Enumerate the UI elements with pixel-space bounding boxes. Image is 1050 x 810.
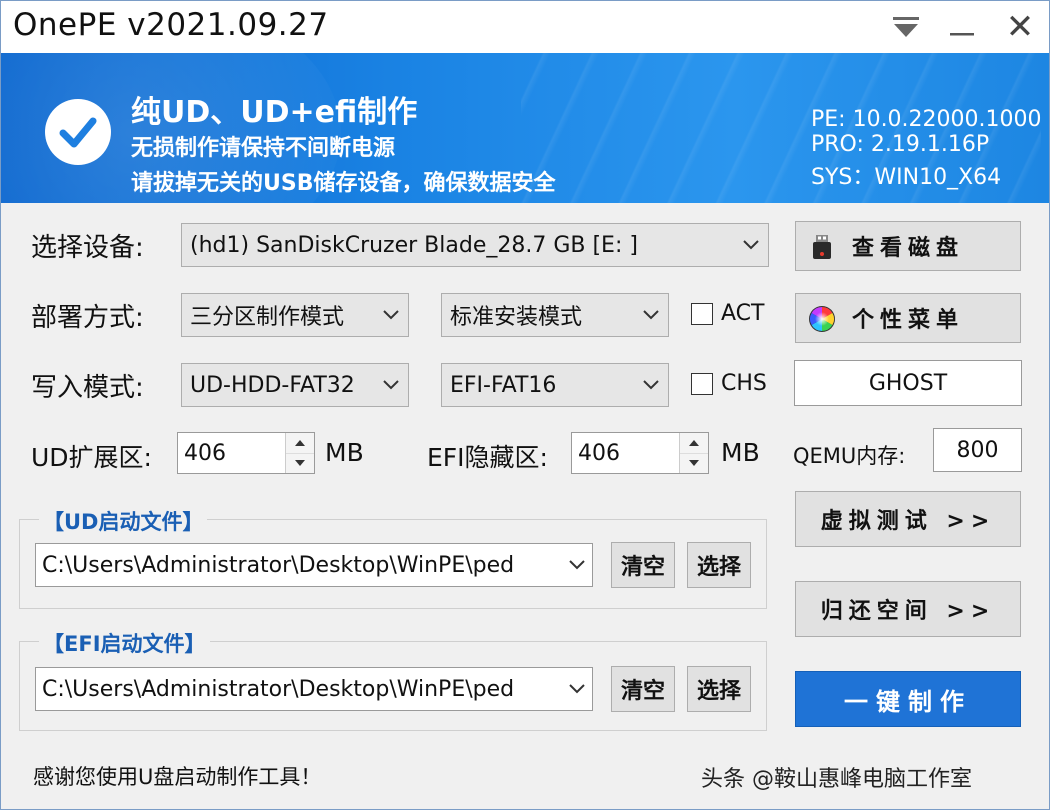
restore-space-label: 归还空间 >> [820,599,996,624]
install-mode-value: 标准安装模式 [450,305,583,330]
virtual-test-button[interactable]: 虚拟测试 >> [795,491,1021,547]
device-select-value: (hd1) SanDiskCruzer Blade_28.7 GB [E: ] [190,232,638,258]
triangle-down-icon [893,17,919,37]
ud-extension-value: 406 [184,440,226,466]
checkbox-box [691,372,713,395]
efi-format-select[interactable]: EFI-FAT16 [441,363,669,407]
window-title: OnePE v2021.09.27 [13,7,329,43]
ud-path-select[interactable]: C:\Users\Administrator\Desktop\WinPE\ped [35,543,593,587]
spinner-buttons [285,433,314,473]
chevron-down-icon [734,239,768,251]
chevron-down-icon [634,309,668,321]
ud-path-value: C:\Users\Administrator\Desktop\WinPE\ped [42,552,515,578]
efi-group-title: 【EFI启动文件】 [39,628,210,658]
device-label: 选择设备: [31,233,144,263]
chevron-down-icon [374,379,408,391]
efi-path-value: C:\Users\Administrator\Desktop\WinPE\ped [42,676,515,702]
ud-group-title: 【UD启动文件】 [39,506,208,536]
spin-up-icon[interactable] [680,433,708,454]
close-icon: ✕ [1005,7,1035,47]
checkmark-icon [45,99,111,165]
ud-select-label: 选择 [696,555,741,580]
usb-drive-icon [813,235,831,259]
banner-title: 纯UD、UD+efi制作 [131,95,418,130]
act-checkbox[interactable]: ACT [691,301,764,326]
one-click-make-label: 一键制作 [844,687,972,716]
chs-checkbox[interactable]: CHS [691,371,767,396]
sys-version: SYS：WIN10_X64 [811,165,1002,190]
spin-up-icon[interactable] [286,433,314,454]
efi-format-value: EFI-FAT16 [450,372,557,398]
close-button[interactable]: ✕ [993,1,1047,53]
qemu-memory-value: 800 [956,437,999,463]
efi-hidden-unit: MB [721,438,760,467]
one-click-make-button[interactable]: 一键制作 [795,671,1021,727]
ud-select-button[interactable]: 选择 [687,542,751,588]
checkbox-box [691,302,713,325]
qemu-memory-input[interactable]: 800 [933,428,1022,472]
ud-extension-label: UD扩展区: [31,443,152,472]
view-disk-label: 查看磁盘 [851,236,964,261]
deploy-label: 部署方式: [31,303,144,333]
chs-label: CHS [721,371,767,396]
ghost-label: GHOST [868,370,948,396]
title-bar: OnePE v2021.09.27 ✕ [1,1,1049,53]
spin-down-icon[interactable] [286,453,314,473]
deploy-mode-value: 三分区制作模式 [190,305,345,330]
banner-notice-power: 无损制作请保持不间断电源 [131,136,396,161]
pe-version: PE: 10.0.22000.1000 [811,107,1042,132]
minimize-icon [950,33,974,36]
write-mode-value: UD-HDD-FAT32 [190,372,355,398]
status-message: 感谢您使用U盘启动制作工具！ [33,765,322,789]
ud-clear-button[interactable]: 清空 [611,542,675,588]
efi-path-select[interactable]: C:\Users\Administrator\Desktop\WinPE\ped [35,667,593,711]
device-select[interactable]: (hd1) SanDiskCruzer Blade_28.7 GB [E: ] [181,223,769,267]
ghost-field[interactable]: GHOST [794,360,1022,406]
menu-dropdown-button[interactable] [879,1,933,53]
efi-clear-button[interactable]: 清空 [611,666,675,712]
spinner-buttons [679,433,708,473]
header-banner: 纯UD、UD+efi制作 无损制作请保持不间断电源 请拔掉无关的USB储存设备，… [1,53,1049,203]
banner-notice-usb: 请拔掉无关的USB储存设备，确保数据安全 [131,171,556,196]
ud-extension-unit: MB [325,438,364,467]
ud-extension-spinner[interactable]: 406 [177,432,315,474]
efi-hidden-value: 406 [578,440,620,466]
efi-hidden-spinner[interactable]: 406 [571,432,709,474]
chevron-down-icon [374,309,408,321]
efi-select-button[interactable]: 选择 [687,666,751,712]
virtual-test-label: 虚拟测试 >> [820,509,996,534]
chevron-down-icon [562,559,592,571]
view-disk-button[interactable]: 查看磁盘 [795,221,1021,271]
ud-clear-label: 清空 [620,555,665,580]
color-wheel-icon [809,306,835,332]
chevron-down-icon [634,379,668,391]
minimize-button[interactable] [935,1,989,53]
write-mode-select[interactable]: UD-HDD-FAT32 [181,363,409,407]
custom-menu-button[interactable]: 个性菜单 [795,293,1021,343]
efi-select-label: 选择 [696,679,741,704]
custom-menu-label: 个性菜单 [851,308,964,333]
onepe-window: OnePE v2021.09.27 ✕ 纯UD、UD+efi制作 无损制作请保持… [0,0,1050,810]
pro-version: PRO: 2.19.1.16P [811,132,990,157]
chevron-down-icon [562,683,592,695]
deploy-mode-select[interactable]: 三分区制作模式 [181,293,409,337]
restore-space-button[interactable]: 归还空间 >> [795,581,1021,637]
qemu-memory-label: QEMU内存: [793,444,906,468]
act-label: ACT [721,301,765,326]
efi-clear-label: 清空 [620,679,665,704]
write-mode-label: 写入模式: [31,373,144,403]
install-mode-select[interactable]: 标准安装模式 [441,293,669,337]
watermark-text: 头条 @鞍山惠峰电脑工作室 [701,767,972,792]
spin-down-icon[interactable] [680,453,708,473]
efi-hidden-label: EFI隐藏区: [427,443,548,472]
